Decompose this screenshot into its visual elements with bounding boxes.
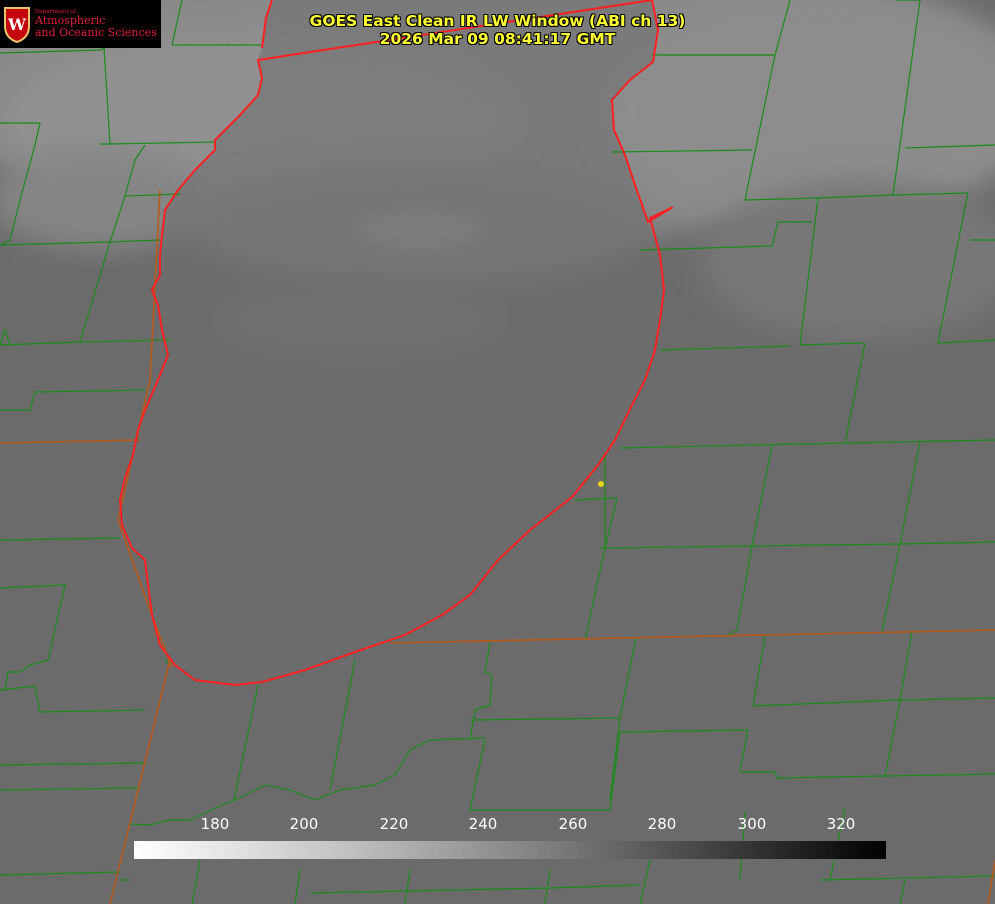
logo-line-2: and Oceanic Sciences bbox=[35, 25, 157, 39]
colorbar-tick: 220 bbox=[379, 815, 409, 833]
colorbar bbox=[134, 841, 886, 859]
colorbar-tick: 300 bbox=[737, 815, 767, 833]
image-timestamp: 2026 Mar 09 08:41:17 GMT bbox=[379, 30, 616, 48]
city-marker bbox=[598, 481, 604, 487]
colorbar-tick: 200 bbox=[289, 815, 319, 833]
uw-aos-logo: W Department of Atmospheric and Oceanic … bbox=[0, 0, 161, 48]
svg-text:W: W bbox=[7, 15, 27, 34]
colorbar-tick: 280 bbox=[647, 815, 677, 833]
satellite-map bbox=[0, 0, 995, 904]
image-title: GOES East Clean IR LW Window (ABI ch 13) bbox=[309, 12, 686, 30]
colorbar-tick: 240 bbox=[468, 815, 498, 833]
satellite-image-viewer: W Department of Atmospheric and Oceanic … bbox=[0, 0, 995, 904]
colorbar-tick: 320 bbox=[826, 815, 856, 833]
colorbar-tick: 260 bbox=[558, 815, 588, 833]
colorbar-tick: 180 bbox=[200, 815, 230, 833]
uw-crest-icon: W bbox=[4, 7, 30, 44]
